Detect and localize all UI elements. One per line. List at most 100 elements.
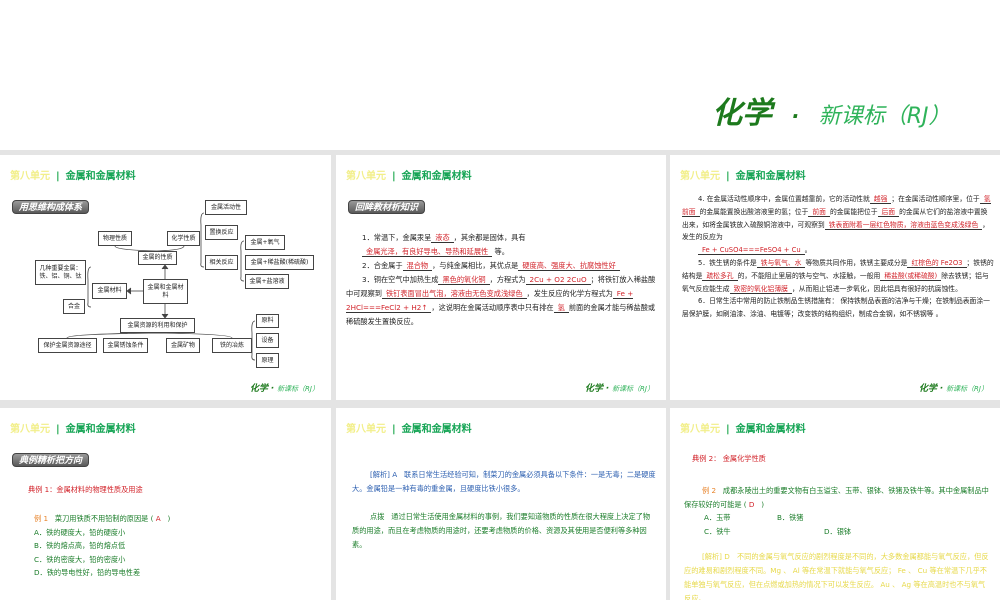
brand-sub: 新课标（RJ）: [946, 385, 988, 393]
text-segment: 点拨: [370, 512, 385, 521]
tip-text: 点拨 通过日常生活使用金属材料的事例，我们要知道物质的性质在很大程度上决定了物质…: [352, 510, 652, 552]
slide-thumbnail-5[interactable]: 第八单元 | 金属和金属材料 [解析] A 联系日常生活经验可知，制菜刀的金属必须具…: [336, 408, 666, 600]
unit-label: 第八单元: [10, 424, 50, 435]
text-segment: D: [748, 499, 755, 509]
text-segment: A: [155, 514, 161, 523]
node-raw: 原料: [256, 314, 279, 328]
option-d: D．铁的导电性好，铅的导电性差: [34, 568, 141, 577]
text-segment: 成都永陵出土的重要文物有白玉谥宝、玉带、银钵、铁猪及铁牛等。其中金属制品中保存较…: [684, 486, 989, 509]
unit-label: 第八单元: [680, 424, 720, 435]
chapter-title: 金属和金属材料: [401, 424, 472, 435]
text-segment: 红棕色的 Fe2O3: [907, 258, 967, 268]
node-alloy: 合金: [63, 299, 85, 314]
text-segment: 例 1: [34, 514, 49, 523]
text-segment: ，发生反应的化学方程式为: [526, 289, 613, 298]
text-segment: 。: [804, 246, 812, 255]
node-ore: 金属矿物: [166, 338, 200, 353]
text-segment: 铁与氧气、水: [756, 258, 806, 268]
unit-label: 第八单元: [346, 424, 386, 435]
slide-thumbnail-4[interactable]: 第八单元 | 金属和金属材料 典例精析把方向 典例 1：金属材料的物理性质及用途 例…: [0, 408, 331, 600]
text-segment: ): [761, 499, 765, 509]
section-badge: 典例精析把方向: [12, 453, 90, 467]
separator: |: [56, 424, 60, 435]
chapter-title: 金属和金属材料: [735, 171, 806, 182]
text-segment: ，与纯金属相比，其优点是: [432, 261, 519, 270]
review-text: 1．常温下，金属汞呈 液态 ，其余都是固体，具有 金属光泽，有良好导电、导热和延展性…: [346, 231, 661, 329]
brand-logo: 化学 · 新课标（RJ）: [712, 88, 950, 132]
brand-main: 化学: [712, 96, 772, 131]
chapter-title: 金属和金属材料: [735, 424, 806, 435]
text-segment: 越强: [869, 195, 892, 204]
text-segment: 的金属能把位于: [829, 207, 878, 216]
brand-dot: ·: [270, 384, 275, 394]
text-segment: ): [167, 514, 171, 523]
option-c: C．铁的密度大，铅的密度小: [34, 554, 126, 564]
title-slide[interactable]: 化学 · 新课标（RJ）: [0, 0, 1000, 150]
analysis-text: [解析] D 不同的金属与氧气反应的剧烈程度是不同的，大多数金属都能与氧气反应，…: [684, 552, 989, 600]
unit-label: 第八单元: [680, 171, 720, 182]
text-segment: [解析] A: [370, 470, 398, 479]
text-segment: Fe + CuSO4===FeSO4 + Cu: [698, 246, 805, 256]
text-segment: 铁钉表面冒出气泡，溶液由无色变成浅绿色: [381, 289, 527, 299]
text-segment: 疏松多孔: [702, 271, 738, 281]
node-physical: 物理性质: [98, 231, 132, 246]
slide-thumbnail-3[interactable]: 第八单元 | 金属和金属材料 4. 在金属活动性顺序中，金属位置越靠前，它的活动性就…: [670, 155, 1000, 400]
text-segment: 铁表面附着一层红色物质，溶液由蓝色变成浅绿色: [824, 220, 983, 230]
node-smelt: 铁的冶炼: [212, 338, 252, 353]
brand-main: 化学: [584, 384, 603, 394]
footer-brand: 化学 · 新课标（RJ）: [250, 381, 319, 394]
example-topic: 典例 2： 金属化学性质: [692, 454, 766, 463]
text-segment: 1．常温下，金属汞呈: [362, 233, 432, 242]
unit-label: 第八单元: [346, 171, 386, 182]
example-question: 例 1 菜刀用铁质不用铅制的原因是 ( A ) A．铁的硬度大，铅的硬度小 B．…: [34, 512, 170, 580]
node-rust: 金属锈蚀条件: [103, 338, 148, 353]
text-segment: 氢: [553, 303, 569, 313]
text-segment: 4. 在金属活动性顺序中，金属位置越靠前，它的活动性就: [698, 195, 870, 203]
node-related: 相关反应: [205, 255, 238, 270]
text-segment: 黑色的氧化铜: [438, 275, 490, 285]
option-a: A．铁的硬度大，铅的硬度小: [34, 527, 126, 537]
slide-header: 第八单元 | 金属和金属材料: [680, 420, 806, 435]
example-topic: 典例 1：金属材料的物理性质及用途: [28, 485, 143, 494]
option-a: A．玉带: [704, 513, 731, 522]
node-salt: 金属+盐溶液: [245, 274, 289, 289]
separator: |: [392, 171, 396, 182]
brand-main: 化学: [918, 384, 937, 394]
option-c: C．铁牛: [704, 526, 731, 536]
node-oxygen: 金属+氧气: [245, 235, 285, 250]
option-b: B．铁猪: [777, 513, 804, 522]
node-chemical: 化学性质: [167, 231, 200, 246]
text-segment: 的，不能阻止里层的铁与空气、水接触，一般用: [737, 271, 881, 280]
text-segment: 2Cu + O2 2CuO: [525, 275, 591, 285]
text-segment: 等物质共同作用，铁锈主要成分是: [805, 258, 908, 267]
text-segment: 5．铁生锈的条件是: [698, 258, 757, 267]
text-segment: ；在金属活动性顺序里，位于: [891, 195, 980, 203]
text-segment: 2．合金属于: [362, 261, 403, 270]
text-segment: ，方程式为: [489, 275, 526, 284]
node-metals: 几种重要金属：铁、铝、铜、钛: [35, 260, 86, 285]
brand-sub: 新课标（RJ）: [277, 385, 319, 393]
slide-thumbnail-1[interactable]: 第八单元 | 金属和金属材料 用思维构成体系 金属活动性 物理性质 化学性质 置换反…: [0, 155, 331, 400]
text-segment: 例 2: [702, 486, 717, 495]
section-badge: 回眸教材析知识: [348, 200, 426, 214]
node-root: 金属和金属材料: [143, 279, 188, 304]
slide-header: 第八单元 | 金属和金属材料: [10, 420, 136, 435]
text-segment: 金属光泽，有良好导电、导热和延展性: [362, 247, 493, 257]
slide-thumbnail-2[interactable]: 第八单元 | 金属和金属材料 回眸教材析知识 1．常温下，金属汞呈 液态 ，其余都是固体…: [336, 155, 666, 400]
text-segment: 致密的氧化铝薄膜: [729, 284, 792, 294]
text-segment: 通过日常生活使用金属材料的事例，我们要知道物质的性质在很大程度上决定了物质的用途…: [352, 512, 651, 549]
slide-thumbnail-6[interactable]: 第八单元 | 金属和金属材料 典例 2： 金属化学性质 例 2 成都永陵出土的重要文…: [670, 408, 1000, 600]
footer-brand: 化学 · 新课标（RJ）: [919, 381, 988, 394]
separator: |: [726, 424, 730, 435]
text-segment: 6．日常生活中常用的防止铁制品生锈措施有： 保持铁制品表面的洁净与干燥；在铁制品…: [682, 297, 990, 319]
node-materials: 金属材料: [92, 283, 127, 299]
node-activity: 金属活动性: [205, 200, 247, 215]
node-replace: 置换反应: [205, 225, 238, 240]
slide-header: 第八单元 | 金属和金属材料: [680, 167, 806, 182]
slide-header: 第八单元 | 金属和金属材料: [346, 167, 472, 182]
text-segment: ，其余都是固体，具有: [453, 233, 526, 242]
text-segment: 等。: [494, 247, 509, 256]
brand-main: 化学: [249, 384, 268, 394]
brand-sub: 新课标（RJ）: [612, 385, 654, 393]
node-resources: 金属资源的利用和保护: [120, 318, 195, 333]
